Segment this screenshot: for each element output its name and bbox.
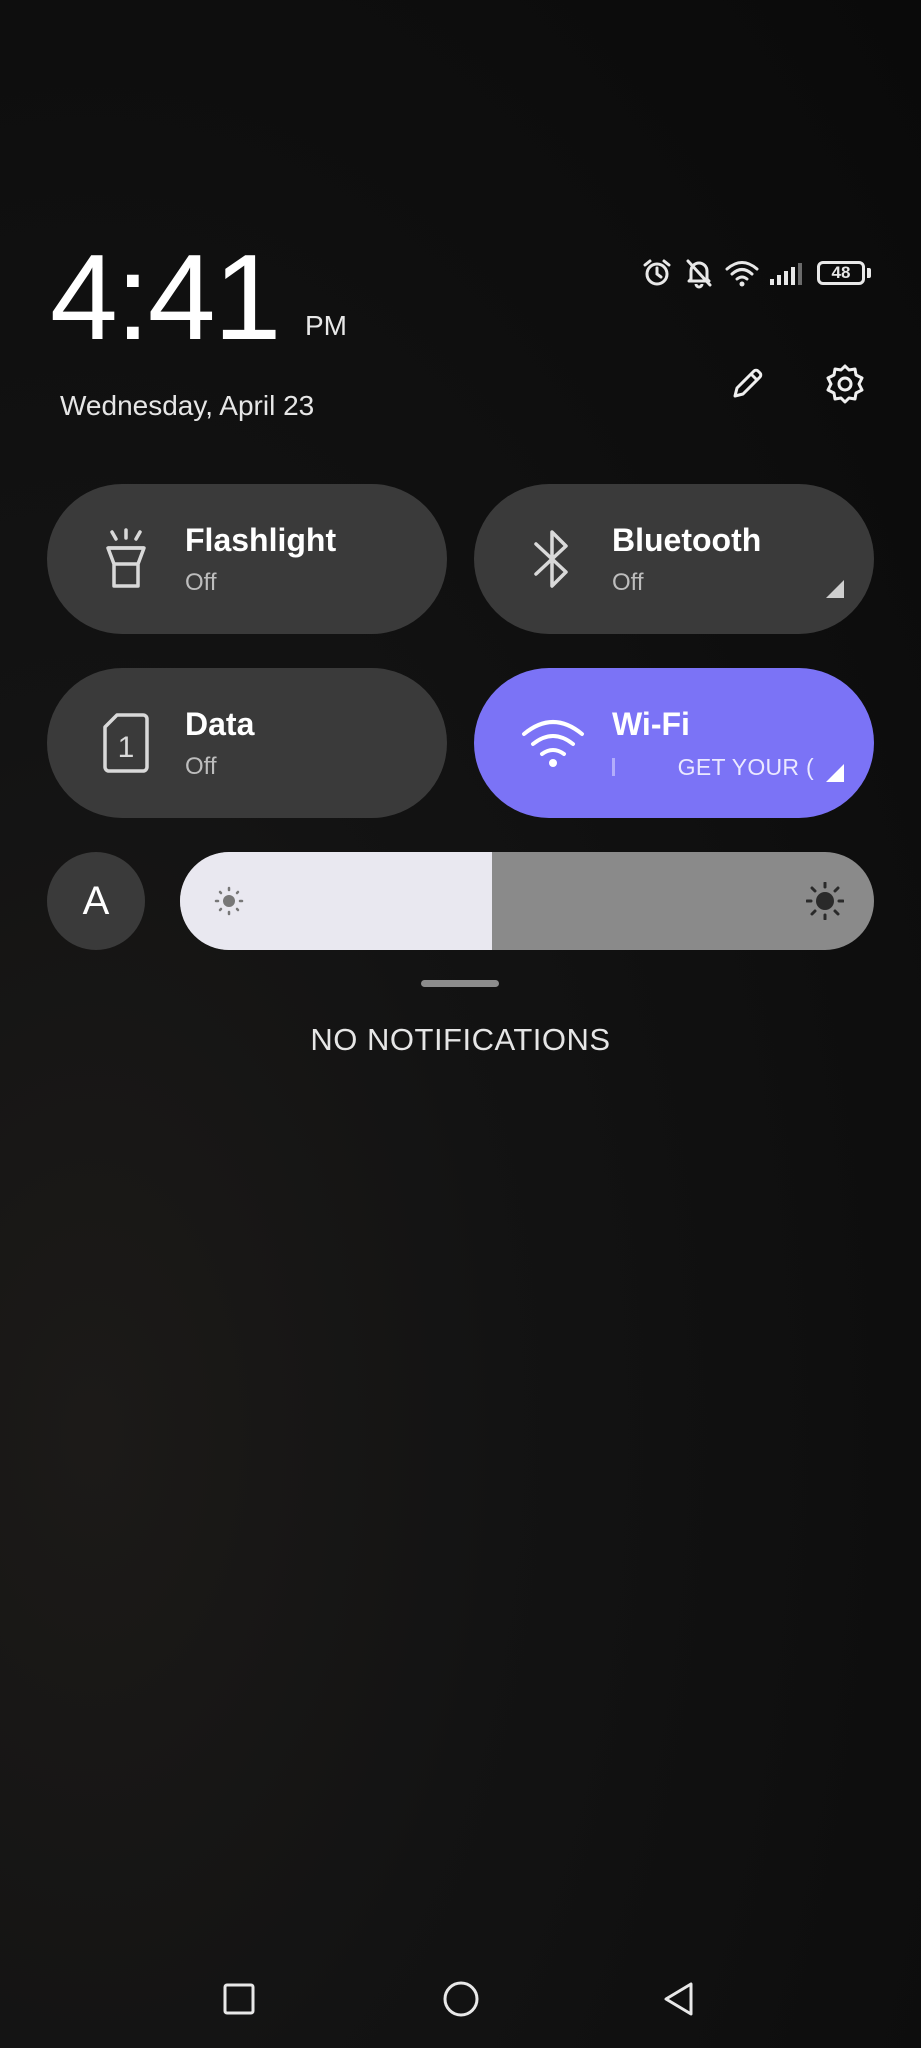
tile-bluetooth[interactable]: Bluetooth Off: [474, 484, 874, 634]
tile-wifi-network-name: GET YOUR (: [677, 754, 814, 780]
tile-data[interactable]: 1 Data Off: [47, 668, 447, 818]
settings-button[interactable]: [821, 362, 869, 410]
home-circle-icon: [441, 1979, 481, 2024]
wifi-icon: [725, 258, 759, 288]
tile-flashlight[interactable]: Flashlight Off: [47, 484, 447, 634]
clock-time[interactable]: 4:41: [50, 236, 281, 358]
tile-bluetooth-title: Bluetooth: [612, 522, 762, 558]
brightness-low-icon: [214, 886, 244, 921]
bluetooth-icon: [518, 524, 588, 594]
cellular-signal-icon: [769, 260, 807, 286]
brightness-high-icon: [805, 881, 845, 925]
tile-bluetooth-expand-icon[interactable]: [826, 580, 844, 598]
tile-wifi-expand-icon[interactable]: [826, 764, 844, 782]
brightness-slider[interactable]: [180, 852, 874, 950]
recents-button[interactable]: [214, 1976, 264, 2026]
battery-tip: [867, 268, 871, 278]
auto-brightness-button[interactable]: A: [47, 852, 145, 950]
tile-wifi-title: Wi-Fi: [612, 706, 690, 742]
status-bar-icons: 48: [641, 256, 871, 290]
tile-bluetooth-status: Off: [612, 569, 644, 596]
back-button[interactable]: [654, 1976, 704, 2026]
wifi-tile-icon: [518, 708, 588, 778]
header-actions: [723, 362, 869, 410]
shade-drag-handle[interactable]: [421, 980, 499, 987]
alarm-icon: [641, 257, 673, 289]
battery-level: 48: [817, 261, 865, 285]
svg-text:1: 1: [118, 731, 135, 764]
navigation-bar: [0, 1960, 921, 2040]
tile-flashlight-status: Off: [185, 569, 217, 596]
tile-data-status: Off: [185, 753, 217, 780]
tile-flashlight-title: Flashlight: [185, 522, 337, 558]
date-label[interactable]: Wednesday, April 23: [60, 390, 314, 422]
tile-wifi[interactable]: Wi-Fi GET YOUR (: [474, 668, 874, 818]
pencil-icon: [727, 364, 767, 409]
back-triangle-icon: [661, 1980, 697, 2023]
home-button[interactable]: [436, 1976, 486, 2026]
edit-button[interactable]: [723, 362, 771, 410]
no-notifications-label: NO NOTIFICATIONS: [310, 1022, 611, 1057]
notification-shade: 4:41 PM Wednesday, April 23 48 Flashligh…: [0, 0, 921, 2048]
recents-square-icon: [222, 1982, 256, 2021]
sim-card-icon: 1: [91, 708, 161, 778]
tile-data-title: Data: [185, 706, 255, 742]
clock-ampm: PM: [305, 310, 347, 341]
battery-icon: 48: [817, 261, 871, 285]
gear-icon: [824, 363, 866, 410]
wifi-signal-bar: [612, 758, 615, 776]
bell-muted-icon: [683, 257, 715, 289]
flashlight-icon: [91, 524, 161, 594]
